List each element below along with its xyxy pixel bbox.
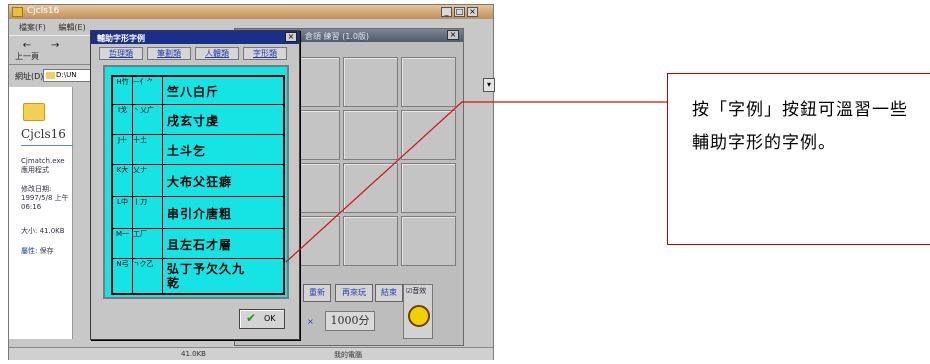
stage: Cjcls16 _ □ × 檔案(F) 編輯(E) ← 上一頁 → 網址(D) …: [0, 0, 930, 364]
callout-text: 按「字例」按鈕可溫習一些輔助字形的字例。: [692, 100, 908, 153]
annotation-callout: 按「字例」按鈕可溫習一些輔助字形的字例。: [667, 73, 930, 245]
leader-line: [285, 101, 668, 263]
